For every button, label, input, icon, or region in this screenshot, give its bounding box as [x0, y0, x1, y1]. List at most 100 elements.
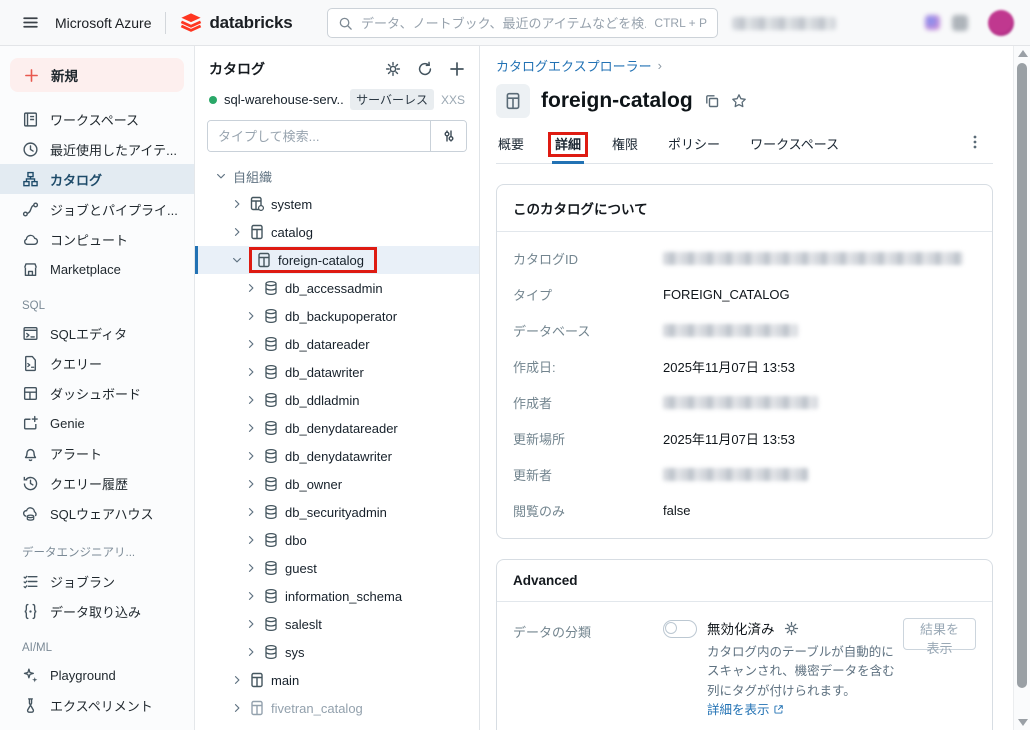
sidebar-item-dashboards[interactable]: ダッシュボード [0, 378, 194, 408]
tab-overview[interactable]: 概要 [496, 128, 526, 163]
tree-row-schema[interactable]: db_accessadmin [195, 274, 479, 302]
sidebar-item-playground[interactable]: Playground [0, 660, 194, 690]
chevron-right-icon[interactable] [245, 450, 257, 462]
tree-row-schema[interactable]: db_ddladmin [195, 386, 479, 414]
sidebar-item-catalog[interactable]: カタログ [0, 164, 194, 194]
sidebar-item-alerts[interactable]: アラート [0, 438, 194, 468]
global-search[interactable]: CTRL + P [327, 8, 718, 38]
chevron-right-icon[interactable] [245, 310, 257, 322]
sidebar-item-marketplace[interactable]: Marketplace [0, 254, 194, 284]
tree-row-schema[interactable]: db_datareader [195, 330, 479, 358]
topbar-blurred-icon-2[interactable] [952, 15, 968, 31]
tree-label: dbo [285, 532, 307, 548]
tree-row-catalog[interactable]: catalog [195, 218, 479, 246]
add-catalog-plus-icon[interactable] [449, 61, 465, 77]
tree-row-schema[interactable]: db_backupoperator [195, 302, 479, 330]
chevron-right-icon[interactable] [245, 478, 257, 490]
tree-row-schema[interactable]: sys [195, 638, 479, 666]
databricks-logo[interactable]: databricks [180, 12, 293, 34]
chevron-down-icon[interactable] [231, 254, 243, 266]
star-favorite-icon[interactable] [731, 93, 747, 109]
sidebar-item-job-runs[interactable]: ジョブラン [0, 566, 194, 596]
chevron-right-icon[interactable] [245, 590, 257, 602]
tree-row-schema[interactable]: information_schema [195, 582, 479, 610]
tree-row-schema[interactable]: dbo [195, 526, 479, 554]
chevron-right-icon[interactable] [231, 198, 243, 210]
tab-permissions[interactable]: 権限 [610, 128, 640, 163]
tree-row-org[interactable]: 自組織 [195, 162, 479, 190]
tab-workspaces[interactable]: ワークスペース [748, 128, 841, 163]
breadcrumb-link-catalog-explorer[interactable]: カタログエクスプローラー [496, 56, 652, 75]
catalog-tree-panel: カタログ sql-warehouse-serv... サーバーレス XXS 自組… [195, 46, 480, 730]
tree-row-schema[interactable]: db_datawriter [195, 358, 479, 386]
chevron-right-icon[interactable] [245, 422, 257, 434]
workspace-icon [22, 111, 39, 128]
global-search-input[interactable] [361, 15, 647, 31]
chevron-right-icon[interactable] [245, 338, 257, 350]
tree-row-main[interactable]: main [195, 666, 479, 694]
tab-details[interactable]: 詳細 [548, 128, 589, 164]
sidebar-item-query-history[interactable]: クエリー履歴 [0, 468, 194, 498]
user-avatar[interactable] [988, 10, 1014, 36]
sidebar-item-workspace[interactable]: ワークスペース [0, 104, 194, 134]
chevron-right-icon[interactable] [245, 646, 257, 658]
filter-sliders-icon[interactable] [430, 121, 466, 151]
schema-icon [263, 364, 279, 380]
chevron-right-icon[interactable] [231, 702, 243, 714]
catalog-settings-gear-icon[interactable] [385, 61, 401, 77]
tab-policies[interactable]: ポリシー [666, 128, 722, 163]
kebab-menu-icon[interactable] [967, 134, 983, 150]
tree-row-foreign-catalog[interactable]: foreign-catalog [195, 246, 479, 274]
data-classification-toggle[interactable] [663, 620, 697, 638]
schema-icon [263, 644, 279, 660]
scrollbar-down-arrow[interactable] [1018, 719, 1028, 726]
chevron-right-icon[interactable] [245, 562, 257, 574]
sidebar-item-recents[interactable]: 最近使用したアイテ... [0, 134, 194, 164]
scrollbar-up-arrow[interactable] [1018, 50, 1028, 57]
chevron-right-icon[interactable] [245, 282, 257, 294]
sidebar-item-queries[interactable]: クエリー [0, 348, 194, 378]
sidebar-item-label: ジョブとパイプライ... [50, 202, 178, 218]
tree-row-delta-shares[interactable]: 受け取ったDelta共有 [195, 722, 479, 730]
tree-row-schema[interactable]: saleslt [195, 610, 479, 638]
sidebar-item-jobs-pipelines[interactable]: ジョブとパイプライ... [0, 194, 194, 224]
tree-label: db_securityadmin [285, 504, 387, 520]
scrollbar-thumb[interactable] [1017, 63, 1027, 688]
topbar-blurred-icon-1[interactable] [925, 15, 940, 30]
schema-icon [263, 560, 279, 576]
tree-row-schema[interactable]: db_owner [195, 470, 479, 498]
classification-settings-gear-icon[interactable] [784, 621, 799, 636]
tree-search-input[interactable] [208, 121, 430, 151]
tree-row-fivetran-catalog[interactable]: fivetran_catalog [195, 694, 479, 722]
tree-row-schema[interactable]: guest [195, 554, 479, 582]
chevron-right-icon[interactable] [245, 394, 257, 406]
tree-label: system [271, 196, 313, 212]
sidebar-item-sql-warehouses[interactable]: SQLウェアハウス [0, 498, 194, 528]
sidebar-item-compute[interactable]: コンピュート [0, 224, 194, 254]
chevron-down-icon[interactable] [215, 170, 227, 182]
warehouse-selector[interactable]: sql-warehouse-serv... サーバーレス XXS [195, 81, 479, 118]
show-results-button[interactable]: 結果を表示 [903, 618, 976, 656]
new-button[interactable]: 新規 [10, 58, 184, 92]
workspace-name-redacted[interactable] [732, 17, 836, 30]
tree-row-system[interactable]: system [195, 190, 479, 218]
tree-row-schema[interactable]: db_denydatareader [195, 414, 479, 442]
refresh-icon[interactable] [417, 61, 433, 77]
tree-row-schema[interactable]: db_securityadmin [195, 498, 479, 526]
chevron-right-icon[interactable] [245, 534, 257, 546]
show-details-link[interactable]: 詳細を表示 [707, 703, 770, 717]
sidebar-item-sql-editor[interactable]: SQLエディタ [0, 318, 194, 348]
tree-row-schema[interactable]: db_denydatawriter [195, 442, 479, 470]
cloud-icon [22, 231, 39, 248]
sidebar-item-genie[interactable]: Genie [0, 408, 194, 438]
sidebar-item-data-ingestion[interactable]: データ取り込み [0, 596, 194, 626]
chevron-right-icon[interactable] [245, 506, 257, 518]
chevron-right-icon[interactable] [245, 618, 257, 630]
chevron-right-icon[interactable] [231, 226, 243, 238]
sidebar-item-experiments[interactable]: エクスペリメント [0, 690, 194, 720]
hamburger-menu-icon[interactable] [22, 14, 39, 31]
chevron-right-icon[interactable] [245, 366, 257, 378]
vertical-scrollbar[interactable] [1013, 46, 1030, 730]
chevron-right-icon[interactable] [231, 674, 243, 686]
copy-icon[interactable] [704, 93, 720, 109]
